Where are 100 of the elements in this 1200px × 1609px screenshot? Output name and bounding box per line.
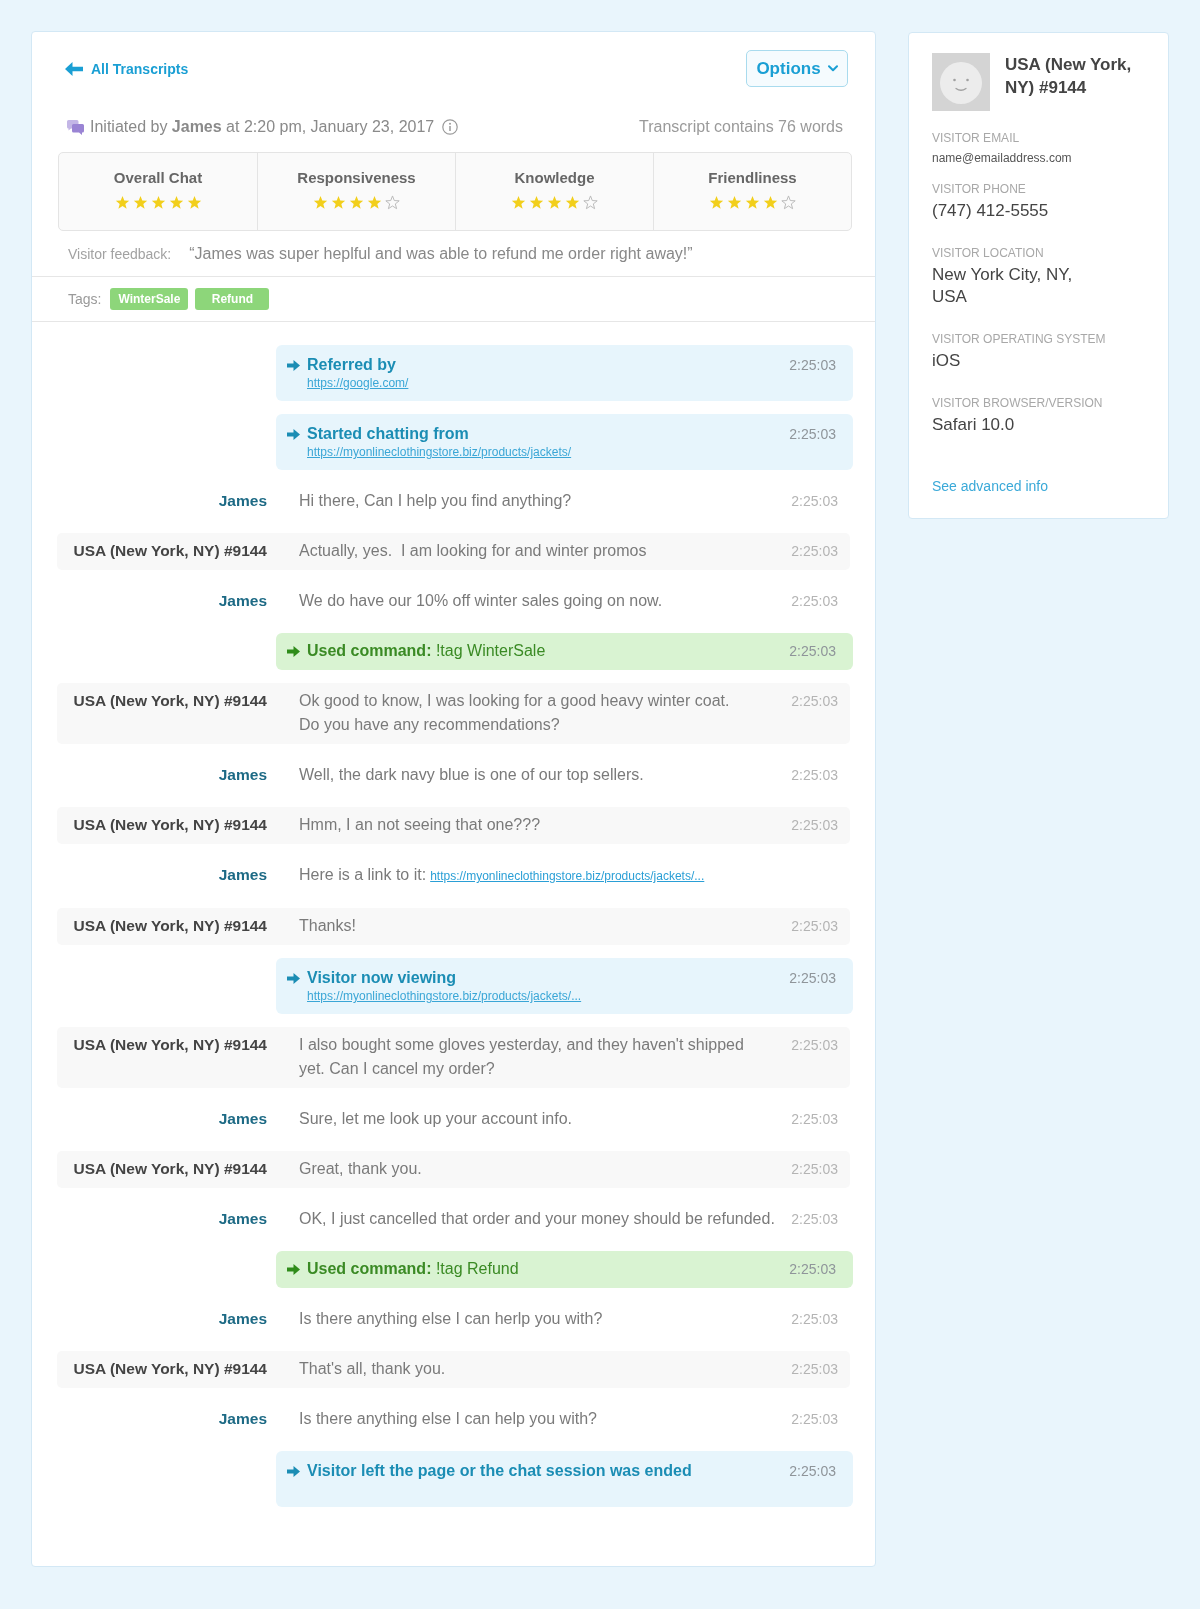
timestamp: 2:25:03: [790, 692, 838, 711]
arrow-right-icon: [287, 1465, 300, 1477]
sender-name: James: [218, 866, 267, 883]
command-text: Used command: !tag WinterSale: [307, 641, 546, 661]
timestamp: 2:25:03: [790, 816, 838, 835]
timestamp: 2:25:03: [790, 1310, 838, 1329]
sender-name: USA (New York, NY) #9144: [73, 1360, 267, 1377]
arrow-right-icon: [287, 1263, 300, 1275]
star-outline-icon: [385, 195, 400, 210]
sender-name: USA (New York, NY) #9144: [73, 1160, 267, 1177]
page-link[interactable]: https://myonlineclothingstore.biz/products/jackets/: [307, 444, 572, 460]
star-icon: [114, 195, 130, 210]
timestamp: 2:25:03: [790, 1036, 838, 1055]
star-icon: [349, 195, 364, 210]
rating-label: Friendliness: [708, 169, 797, 186]
timestamp: 2:25:03: [790, 917, 838, 936]
tag-chip[interactable]: WinterSale: [110, 288, 189, 310]
sender-name: USA (New York, NY) #9144: [73, 692, 267, 709]
star-icon: [727, 195, 742, 210]
timestamp: 2:25:03: [790, 1210, 838, 1229]
options-button[interactable]: Options: [746, 50, 848, 87]
message-text: That's all, thank you.: [299, 1360, 446, 1377]
star-icon: [313, 195, 328, 210]
timestamp: 2:25:03: [788, 425, 836, 444]
initiated-text: Initiated by James at 2:20 pm, January 23, 2017: [90, 117, 435, 137]
sender-name: USA (New York, NY) #9144: [73, 542, 267, 559]
star-icon: [709, 195, 724, 210]
back-link[interactable]: All Transcripts: [65, 59, 189, 78]
field-value: New York City, NY, USA: [932, 264, 1073, 308]
field-value: name@emailaddress.com: [932, 150, 1072, 166]
star-icon: [529, 195, 544, 210]
timestamp: 2:25:03: [790, 1160, 838, 1179]
message-text: Hi there, Can I help you find anything?: [299, 492, 572, 509]
message-text: We do have our 10% off winter sales going on now.: [299, 592, 663, 609]
timestamp: 2:25:03: [788, 356, 836, 375]
page-link[interactable]: https://myonlineclothingstore.biz/products/jackets/...: [430, 869, 705, 883]
field-label: VISITOR PHONE: [932, 182, 1026, 196]
star-icon: [367, 195, 382, 210]
chevron-down-icon: [827, 65, 838, 72]
star-icon: [186, 195, 202, 210]
timestamp: 2:25:03: [790, 1110, 838, 1129]
timestamp: 2:25:03: [790, 1360, 838, 1379]
sender-name: James: [218, 766, 267, 783]
info-icon[interactable]: [442, 119, 459, 135]
star-icon: [150, 195, 166, 210]
star-outline-icon: [781, 195, 796, 210]
message-text: Here is a link to it:: [299, 866, 427, 883]
arrow-right-icon: [287, 428, 300, 440]
timestamp: 2:25:03: [790, 592, 838, 611]
sender-name: James: [218, 492, 267, 509]
sender-name: James: [218, 1310, 267, 1327]
message-text: Is there anything else I can herlp you with?: [299, 1310, 603, 1327]
arrow-right-icon: [287, 972, 300, 984]
star-icon: [331, 195, 346, 210]
message-text: Well, the dark navy blue is one of our top sellers.: [299, 766, 644, 783]
star-icon: [745, 195, 760, 210]
field-value: Safari 10.0: [932, 414, 1015, 436]
message-text: Sure, let me look up your account info.: [299, 1110, 573, 1127]
feedback-quote: “James was super heplful and was able to refund me order right away!”: [189, 244, 693, 264]
field-value: (747) 412-5555: [932, 200, 1049, 222]
arrow-right-icon: [287, 645, 300, 657]
field-value: iOS: [932, 350, 961, 372]
field-label: VISITOR OPERATING SYSTEM: [932, 332, 1106, 346]
field-label: VISITOR BROWSER/VERSION: [932, 396, 1103, 410]
page-link[interactable]: https://google.com/: [307, 375, 409, 391]
command-text: Used command: !tag Refund: [307, 1259, 519, 1279]
message-text: Is there anything else I can help you with?: [299, 1410, 597, 1427]
star-icon: [547, 195, 562, 210]
event-title: Visitor now viewing: [307, 968, 457, 988]
message-text: OK, I just cancelled that order and your money should be refunded.: [299, 1210, 775, 1227]
feedback-label: Visitor feedback:: [68, 245, 172, 264]
star-icon: [168, 195, 184, 210]
star-icon: [511, 195, 526, 210]
sender-name: James: [218, 1110, 267, 1127]
message-text: Actually, yes. I am looking for and winter promos: [299, 542, 647, 559]
sender-name: James: [218, 1410, 267, 1427]
timestamp: 2:25:03: [788, 1462, 836, 1481]
event-title: Started chatting from: [307, 424, 469, 444]
sender-name: James: [218, 592, 267, 609]
back-arrow-icon: [65, 61, 83, 76]
rating-label: Knowledge: [514, 169, 595, 186]
page-link[interactable]: https://myonlineclothingstore.biz/products/jackets/...: [307, 988, 582, 1004]
star-icon: [565, 195, 580, 210]
message-text: Hmm, I an not seeing that one???: [299, 816, 541, 833]
timestamp: 2:25:03: [788, 642, 836, 661]
timestamp: 2:25:03: [790, 492, 838, 511]
advanced-info-link[interactable]: See advanced info: [932, 477, 1048, 495]
sender-name: USA (New York, NY) #9144: [73, 917, 267, 934]
tag-chip[interactable]: Refund: [195, 288, 270, 310]
timestamp: 2:25:03: [790, 1410, 838, 1429]
field-label: VISITOR EMAIL: [932, 131, 1020, 145]
event-title: Referred by: [307, 355, 396, 375]
arrow-right-icon: [287, 359, 300, 371]
sender-name: James: [218, 1210, 267, 1227]
avatar-icon: [932, 53, 990, 111]
event-title: Visitor left the page or the chat session was ended: [307, 1461, 692, 1481]
timestamp: 2:25:03: [790, 766, 838, 785]
message-text: Thanks!: [299, 917, 356, 934]
timestamp: 2:25:03: [790, 542, 838, 561]
rating-label: Responsiveness: [297, 169, 416, 186]
